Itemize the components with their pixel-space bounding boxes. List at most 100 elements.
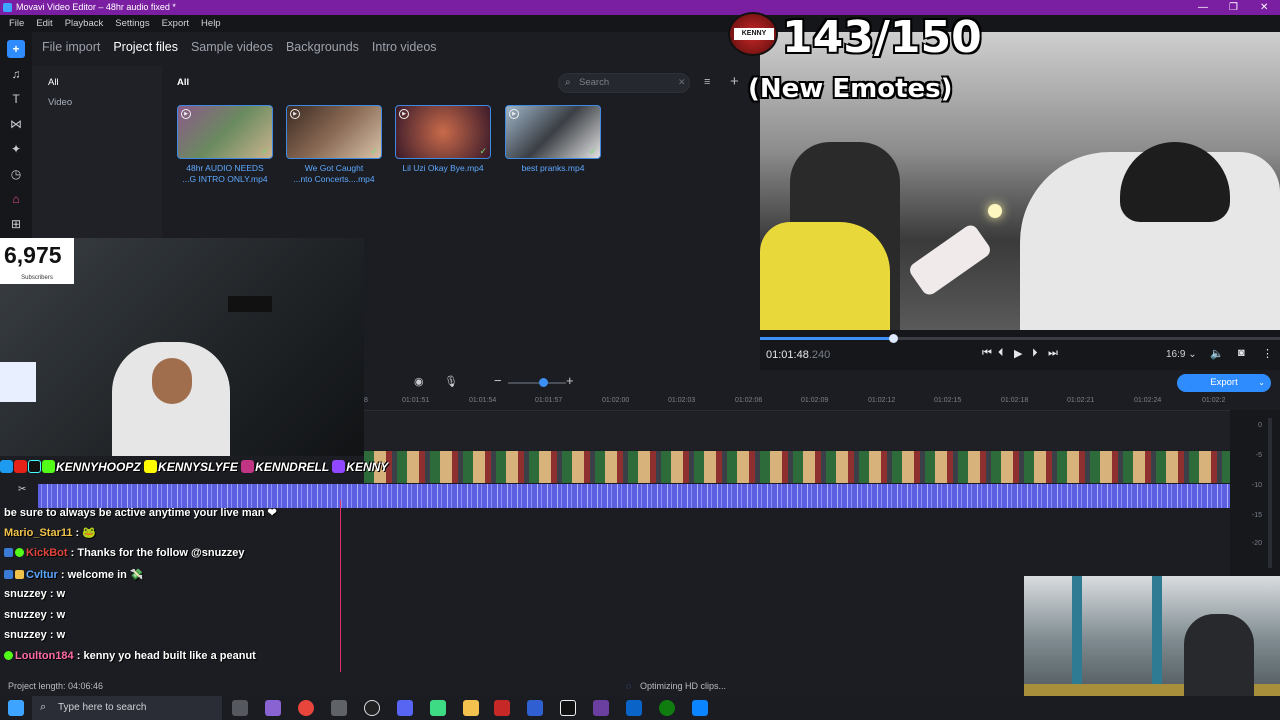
outlook-icon[interactable] [626,700,642,716]
clear-search-icon[interactable]: ✕ [678,77,686,88]
tab-sample-videos[interactable]: Sample videos [191,40,273,54]
effects-icon[interactable]: ✦ [7,140,25,158]
zoom-in-icon[interactable]: + [566,373,574,388]
menu-help[interactable]: Help [201,18,221,29]
category-video[interactable]: Video [48,97,72,108]
tab-project-files[interactable]: Project files [113,40,178,54]
timeline-ruler[interactable]: 8 01:01:51 01:01:54 01:01:57 01:02:00 01… [364,394,1230,410]
playback-progress[interactable] [760,334,1280,343]
menu-edit[interactable]: Edit [36,18,52,29]
minimize-icon[interactable]: — [1198,0,1208,15]
menu-export[interactable]: Export [162,18,189,29]
file-thumbnail[interactable]: ▶ ✓ [177,105,273,159]
add-folder-icon[interactable]: + [730,73,739,90]
clock-icon[interactable]: ◷ [7,165,25,183]
more-icon[interactable]: ⋮ [1262,347,1273,360]
file-explorer-icon[interactable] [463,700,479,716]
preview-person-left [760,222,890,330]
windows-taskbar: Type here to search ⌕ [0,696,1280,720]
play-icon[interactable]: ▶ [1014,347,1022,360]
chat-message: Mario_Star11 : 🐸 [4,527,96,539]
more-tools-icon[interactable]: ⊞ [7,215,25,233]
timecode: 01:01:48.240 [766,349,831,361]
discord-icon[interactable] [397,700,413,716]
search-icon: ⌕ [40,701,47,713]
record-icon[interactable]: ◉ [414,375,424,388]
chat-message: snuzzey : w [4,588,66,600]
check-icon: ✓ [261,146,269,156]
windows-start-icon[interactable] [8,700,24,716]
social-handle: KENNYSLYFE [158,460,238,474]
menu-file[interactable]: File [9,18,24,29]
mod-badge-icon [4,548,13,557]
file-thumbnail[interactable]: ▶ ✓ [395,105,491,159]
store-icon[interactable]: ⌂ [7,190,25,208]
zoom-out-icon[interactable]: − [494,373,502,388]
play-icon[interactable]: ▶ [399,109,409,119]
verified-badge-icon [4,651,13,660]
chrome-icon[interactable] [298,700,314,716]
taskbar-search-input[interactable]: Type here to search [32,696,222,720]
social-handle: KENNYHOOPZ [56,460,141,474]
verified-badge-icon [15,548,24,557]
tab-file-import[interactable]: File import [42,40,100,54]
add-icon[interactable]: + [7,40,25,58]
aspect-ratio-select[interactable]: 16:9 ⌄ [1166,349,1197,360]
search-input[interactable]: Search [558,73,690,93]
play-icon[interactable]: ▶ [290,109,300,119]
music-icon[interactable]: ♫ [7,65,25,83]
menu-playback[interactable]: Playback [65,18,104,29]
play-icon[interactable]: ▶ [509,109,519,119]
premiere-icon[interactable] [593,700,609,716]
emote-goal-caption: (New Emotes) [748,74,953,104]
transitions-icon[interactable]: ⋈ [7,115,25,133]
android-icon[interactable] [430,700,446,716]
chat-message: snuzzey : w [4,609,66,621]
app-icon[interactable] [692,700,708,716]
emote-goal-counter: 143/150 [782,12,982,63]
zoom-slider[interactable] [508,382,566,384]
chat-message: Cvltur : welcome in 💸 [4,568,144,581]
copilot-icon[interactable] [265,700,281,716]
file-thumbnail[interactable]: ▶ ✓ [505,105,601,159]
microphone-icon[interactable]: 🎙 [444,375,458,388]
sort-icon[interactable]: ≡ [704,76,710,88]
skip-end-icon[interactable]: ⏭ [1048,347,1058,360]
tiktok-icon [28,460,41,473]
snapshot-icon[interactable]: ◙ [1238,347,1245,359]
zoom-slider-knob[interactable] [539,378,548,387]
video-clip-track[interactable] [364,451,1230,483]
sub-badge-icon [15,570,24,579]
tab-backgrounds[interactable]: Backgrounds [286,40,359,54]
volume-icon[interactable]: 🔈 [1210,347,1224,360]
close-icon[interactable]: ✕ [1260,0,1268,15]
menu-bar: File Edit Playback Settings Export Help [0,15,1280,32]
playhead[interactable] [340,500,341,672]
store-taskbar-icon[interactable] [331,700,347,716]
file-name: best pranks.mp4 [521,163,585,173]
export-button[interactable]: Export ⌄ [1177,374,1271,392]
text-icon[interactable]: T [7,90,25,108]
title-bar: Movavi Video Editor – 48hr audio fixed *… [0,0,1280,15]
progress-knob[interactable] [888,334,898,343]
optimizing-status: Optimizing HD clips... [640,681,727,691]
restore-icon[interactable]: ❐ [1229,0,1238,15]
video-app-icon[interactable] [494,700,510,716]
category-all[interactable]: All [48,77,59,88]
chat-message: Loulton184 : kenny yo head built like a … [4,650,256,662]
menu-settings[interactable]: Settings [115,18,149,29]
step-back-icon[interactable]: ⏴ [998,347,1004,360]
movavi-icon[interactable] [527,700,543,716]
capcut-icon[interactable] [560,700,576,716]
play-icon[interactable]: ▶ [181,109,191,119]
skip-start-icon[interactable]: ⏮ [982,347,992,360]
tab-intro-videos[interactable]: Intro videos [372,40,437,54]
file-thumbnail[interactable]: ▶ ✓ [286,105,382,159]
file-name: Lil Uzi Okay Bye.mp4 [402,163,484,173]
obs-icon[interactable] [364,700,380,716]
step-forward-icon[interactable]: ⏵ [1032,347,1038,360]
xbox-icon[interactable] [659,700,675,716]
empty-track[interactable] [364,410,1230,450]
task-view-icon[interactable] [232,700,248,716]
scissors-icon[interactable]: ✂ [18,484,26,495]
